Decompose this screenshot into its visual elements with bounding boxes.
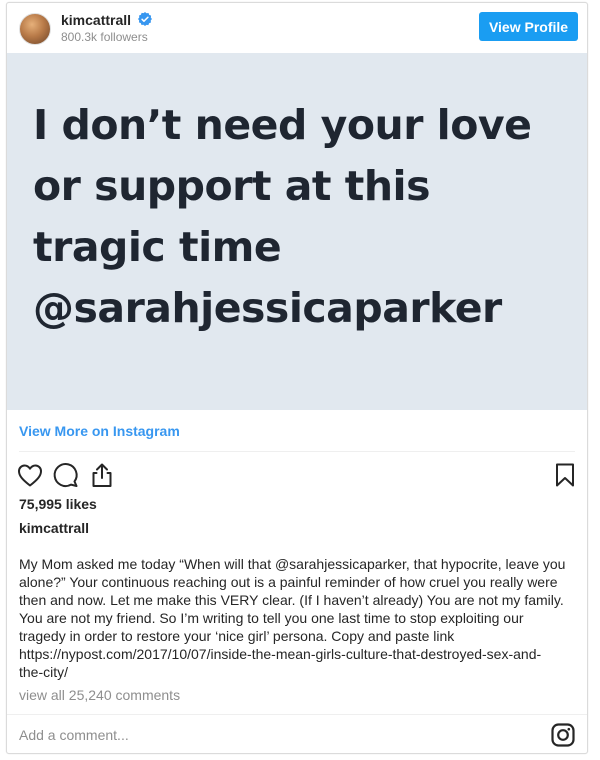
heart-icon[interactable] (16, 461, 44, 489)
caption-line: You are not my friend. So I’m writing to… (19, 610, 524, 626)
post-header: kimcattrall 800.3k followers View Profil… (7, 3, 587, 53)
divider (19, 451, 575, 452)
follower-count: 800.3k followers (61, 30, 148, 44)
avatar[interactable] (19, 13, 51, 45)
caption-link-line: https://nypost.com/2017/10/07/inside-the… (19, 646, 542, 662)
caption-line: My Mom asked me today “When will that @s… (19, 556, 566, 572)
username[interactable]: kimcattrall (61, 12, 131, 28)
comment-bubble-icon[interactable] (52, 461, 80, 489)
caption-line: alone?” Your continuous reaching out is … (19, 574, 558, 590)
view-more-on-instagram-link[interactable]: View More on Instagram (19, 423, 180, 439)
share-icon[interactable] (88, 461, 116, 489)
post-quote-text: I don’t need your love or support at thi… (33, 101, 532, 332)
post-image[interactable]: I don’t need your love or support at thi… (7, 53, 587, 410)
instagram-logo-icon[interactable] (551, 723, 575, 747)
like-count[interactable]: 75,995 likes (19, 496, 97, 512)
caption-username[interactable]: kimcattrall (19, 520, 89, 536)
caption-text: My Mom asked me today “When will that @s… (19, 555, 574, 681)
comment-bar (7, 714, 587, 754)
add-comment-input[interactable] (17, 723, 501, 747)
caption-line: tragedy in order to restore your ‘nice g… (19, 628, 455, 644)
bookmark-icon[interactable] (551, 461, 579, 489)
action-bar (7, 457, 587, 493)
instagram-embed-card: kimcattrall 800.3k followers View Profil… (6, 2, 588, 754)
view-all-comments-link[interactable]: view all 25,240 comments (19, 687, 180, 703)
caption-link-line: the-city/ (19, 664, 69, 680)
verified-badge-icon (138, 12, 152, 26)
caption-line: then and now. Let me make this VERY clea… (19, 592, 564, 608)
view-profile-button[interactable]: View Profile (479, 12, 578, 41)
